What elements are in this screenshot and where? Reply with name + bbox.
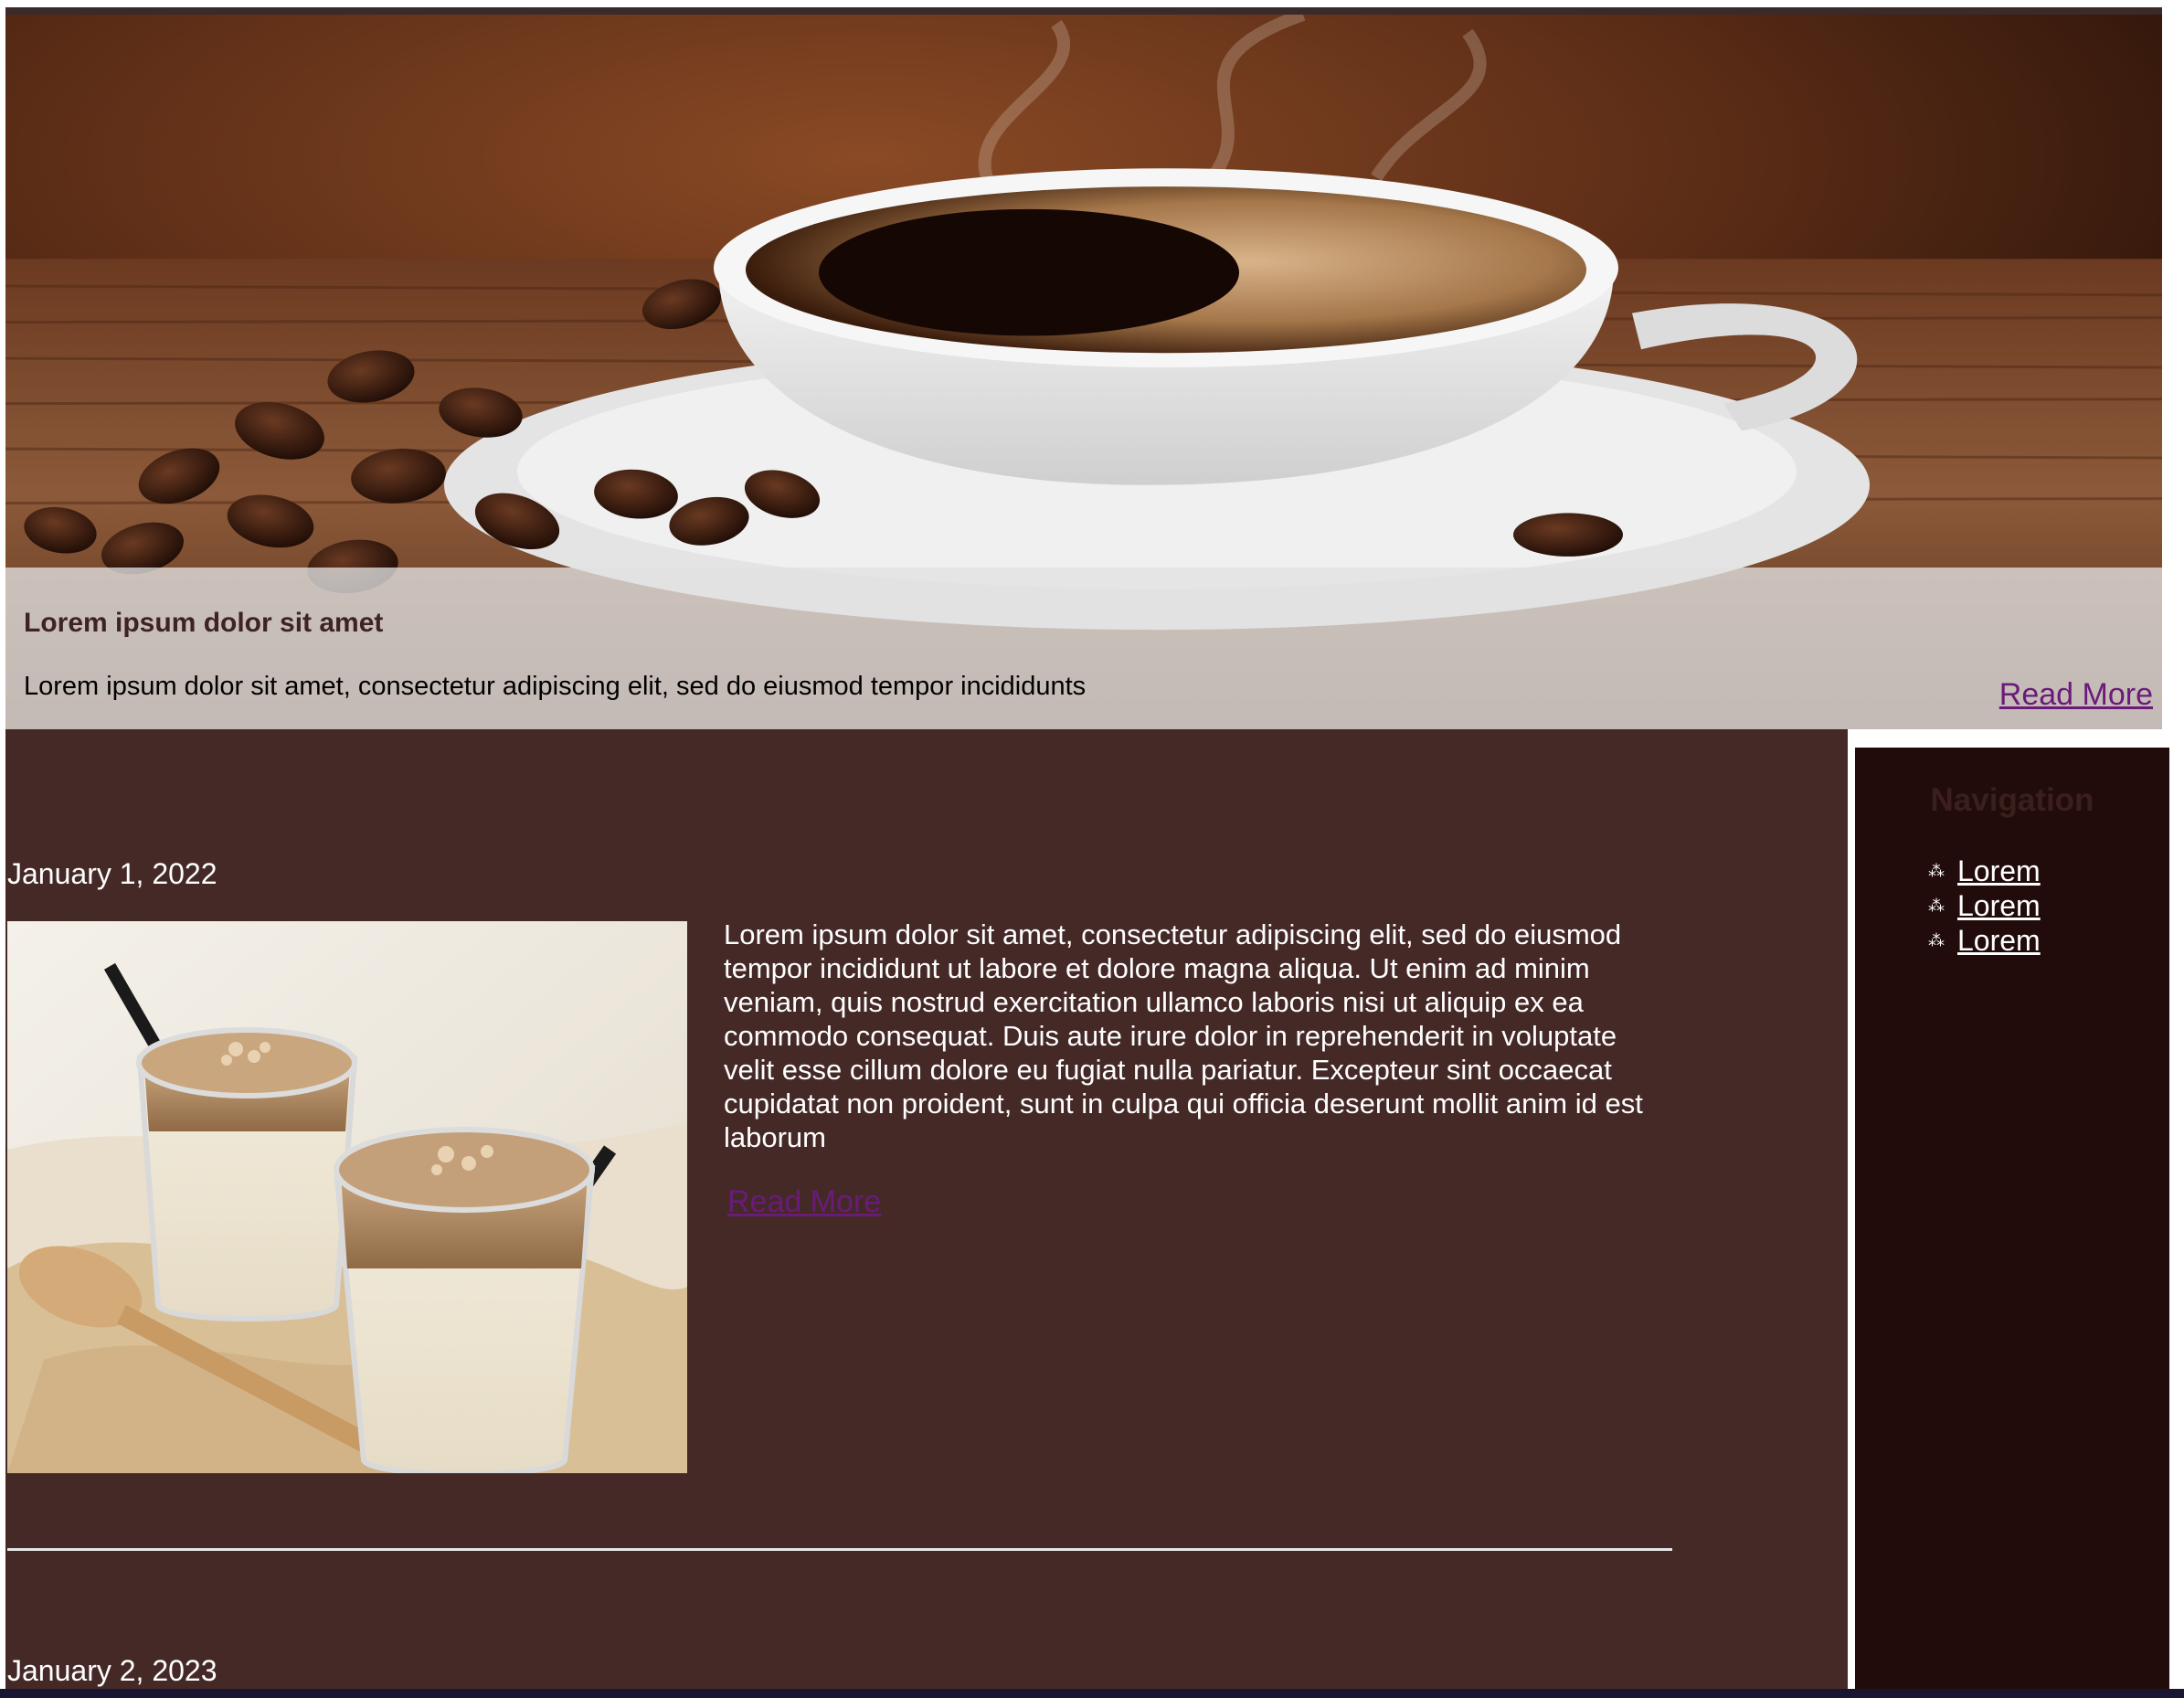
hero-title: Lorem ipsum dolor sit amet (24, 608, 384, 638)
post-body: Lorem ipsum dolor sit amet, consectetur … (724, 918, 1643, 1153)
page: Lorem ipsum dolor sit amet Lorem ipsum d… (0, 0, 2184, 1698)
sparkle-icon: ⁂ (1928, 931, 1945, 950)
sparkle-icon: ⁂ (1928, 897, 1945, 915)
bottom-strip (0, 1689, 2184, 1698)
sidebar-nav-item: ⁂ Lorem (1928, 854, 2041, 888)
main-content: January 1, 2022 Lorem ipsum dolor sit am… (5, 729, 1848, 1689)
iced-coffee-image (7, 921, 687, 1473)
post-read-more-link[interactable]: Read More (727, 1184, 881, 1220)
sidebar-nav-item: ⁂ Lorem (1928, 923, 2041, 958)
hero-text: Lorem ipsum dolor sit amet, consectetur … (24, 672, 1087, 701)
sidebar-nav-list: ⁂ Lorem ⁂ Lorem ⁂ Lorem (1928, 854, 2041, 958)
post-divider (7, 1548, 1672, 1551)
post-image (7, 921, 687, 1473)
post-date: January 1, 2022 (7, 857, 217, 890)
post-date: January 2, 2023 (7, 1654, 217, 1687)
hero-banner: Lorem ipsum dolor sit amet Lorem ipsum d… (5, 7, 2162, 729)
sidebar-nav-item: ⁂ Lorem (1928, 888, 2041, 923)
sidebar-title: Navigation (1930, 782, 2094, 818)
sidebar-nav-link[interactable]: Lorem (1957, 924, 2041, 958)
sparkle-icon: ⁂ (1928, 862, 1945, 880)
hero-caption: Lorem ipsum dolor sit amet Lorem ipsum d… (5, 568, 2162, 729)
sidebar: Navigation ⁂ Lorem ⁂ Lorem ⁂ Lorem (1855, 748, 2169, 1689)
hero-read-more-link[interactable]: Read More (1999, 677, 2153, 713)
sidebar-nav-link[interactable]: Lorem (1957, 889, 2041, 923)
sidebar-nav-link[interactable]: Lorem (1957, 854, 2041, 888)
